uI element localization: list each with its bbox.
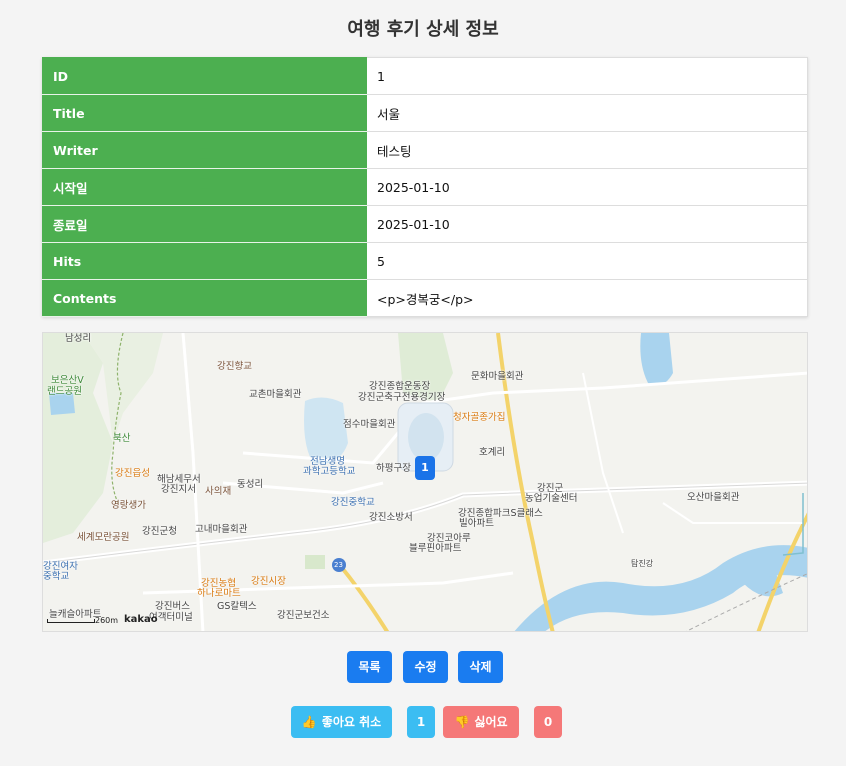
map-label: 블루핀아파트 [409, 543, 462, 554]
map-label: 고내마을회관 [195, 524, 248, 535]
map-label: 강진군축구전용경기장 [358, 392, 446, 403]
row-value-title: 서울 [366, 94, 808, 132]
table-row: Title 서울 [42, 94, 808, 132]
row-value-start-date: 2025-01-10 [366, 168, 808, 206]
page-title: 여행 후기 상세 정보 [347, 19, 499, 40]
kakao-logo: kakao [124, 614, 158, 625]
map[interactable]: 남성리 강진향교 교촌마을회관 강진종합운동장 강진군축구전용경기장 문화마을회… [42, 332, 808, 632]
row-value-hits: 5 [366, 242, 808, 280]
map-label: 보은산V [51, 375, 84, 386]
map-label: 탐진강 [631, 559, 654, 568]
map-label: 강진군보건소 [277, 610, 330, 621]
row-label-start-date: 시작일 [42, 168, 367, 206]
list-button[interactable]: 목록 [347, 651, 392, 683]
map-scale-bar [47, 619, 95, 623]
map-label: 랜드공원 [47, 386, 82, 397]
map-label: 청자골종가집 [453, 412, 506, 423]
map-label: 세계모란공원 [77, 532, 130, 543]
detail-table: ID 1 Title 서울 Writer 테스팅 시작일 2025-01-10 … [42, 57, 808, 317]
row-label-contents: Contents [42, 279, 367, 317]
like-count-badge: 1 [407, 706, 435, 738]
map-marker[interactable]: 1 [415, 456, 435, 480]
delete-button[interactable]: 삭제 [458, 651, 503, 683]
row-label-hits: Hits [42, 242, 367, 280]
map-label: 중학교 [43, 571, 70, 582]
map-label: 강진버스 [155, 601, 190, 612]
map-label: 강진지서 [161, 484, 196, 495]
map-label: 사의재 [205, 486, 232, 497]
map-label: 호계리 [479, 447, 506, 458]
map-label: 하평구장 [376, 463, 411, 474]
map-label: 교촌마을회관 [249, 389, 302, 400]
map-label: 문화마을회관 [471, 371, 524, 382]
map-label: 강진시장 [251, 576, 286, 587]
row-label-writer: Writer [42, 131, 367, 169]
map-label: 영랑생가 [111, 500, 146, 511]
map-label: 동성리 [237, 479, 264, 490]
table-row: Writer 테스팅 [42, 131, 808, 169]
dislike-label: 싫어요 [474, 715, 508, 729]
map-label: 하나로마트 [197, 588, 241, 599]
row-value-end-date: 2025-01-10 [366, 205, 808, 243]
map-label: 강진종합운동장 [369, 381, 431, 392]
route-23-icon: 23 [334, 561, 343, 569]
thumbs-up-icon: 👍 [301, 715, 317, 729]
thumbs-down-icon: 👎 [454, 715, 470, 729]
table-row: 시작일 2025-01-10 [42, 168, 808, 206]
row-label-end-date: 종료일 [42, 205, 367, 243]
row-label-title: Title [42, 94, 367, 132]
dislike-button[interactable]: 👎 싫어요 [443, 706, 519, 738]
map-label: 농업기술센터 [525, 493, 578, 504]
page: 여행 후기 상세 정보 ID 1 Title 서울 Writer 테스팅 시작일… [0, 0, 846, 766]
table-row: ID 1 [42, 57, 808, 95]
map-label: 오산마을회관 [687, 492, 740, 503]
table-row: 종료일 2025-01-10 [42, 205, 808, 243]
map-label: 강진읍성 [115, 468, 150, 479]
table-row: Contents <p>경복궁</p> [42, 279, 808, 317]
table-row: Hits 5 [42, 242, 808, 280]
map-label: 남성리 [65, 333, 92, 344]
unlike-button[interactable]: 👍 좋아요 취소 [291, 706, 392, 738]
dislike-count-badge: 0 [534, 706, 562, 738]
map-label: 빌아파트 [459, 518, 494, 529]
row-value-writer: 테스팅 [366, 131, 808, 169]
map-label: 점수마을회관 [343, 419, 396, 430]
map-label: 과학고등학교 [303, 466, 356, 477]
map-label: GS칼텍스 [217, 601, 257, 612]
map-label: 강진중학교 [331, 497, 375, 508]
row-value-id: 1 [366, 57, 808, 95]
unlike-label: 좋아요 취소 [321, 715, 382, 729]
map-label: 북산 [113, 433, 131, 444]
map-label: 강진향교 [217, 361, 252, 372]
edit-button[interactable]: 수정 [403, 651, 448, 683]
map-label: 강진군청 [142, 526, 177, 537]
row-label-id: ID [42, 57, 367, 95]
map-scale-text: 260m [95, 616, 119, 625]
map-label: 강진소방서 [369, 512, 413, 523]
row-value-contents: <p>경복궁</p> [366, 279, 808, 317]
